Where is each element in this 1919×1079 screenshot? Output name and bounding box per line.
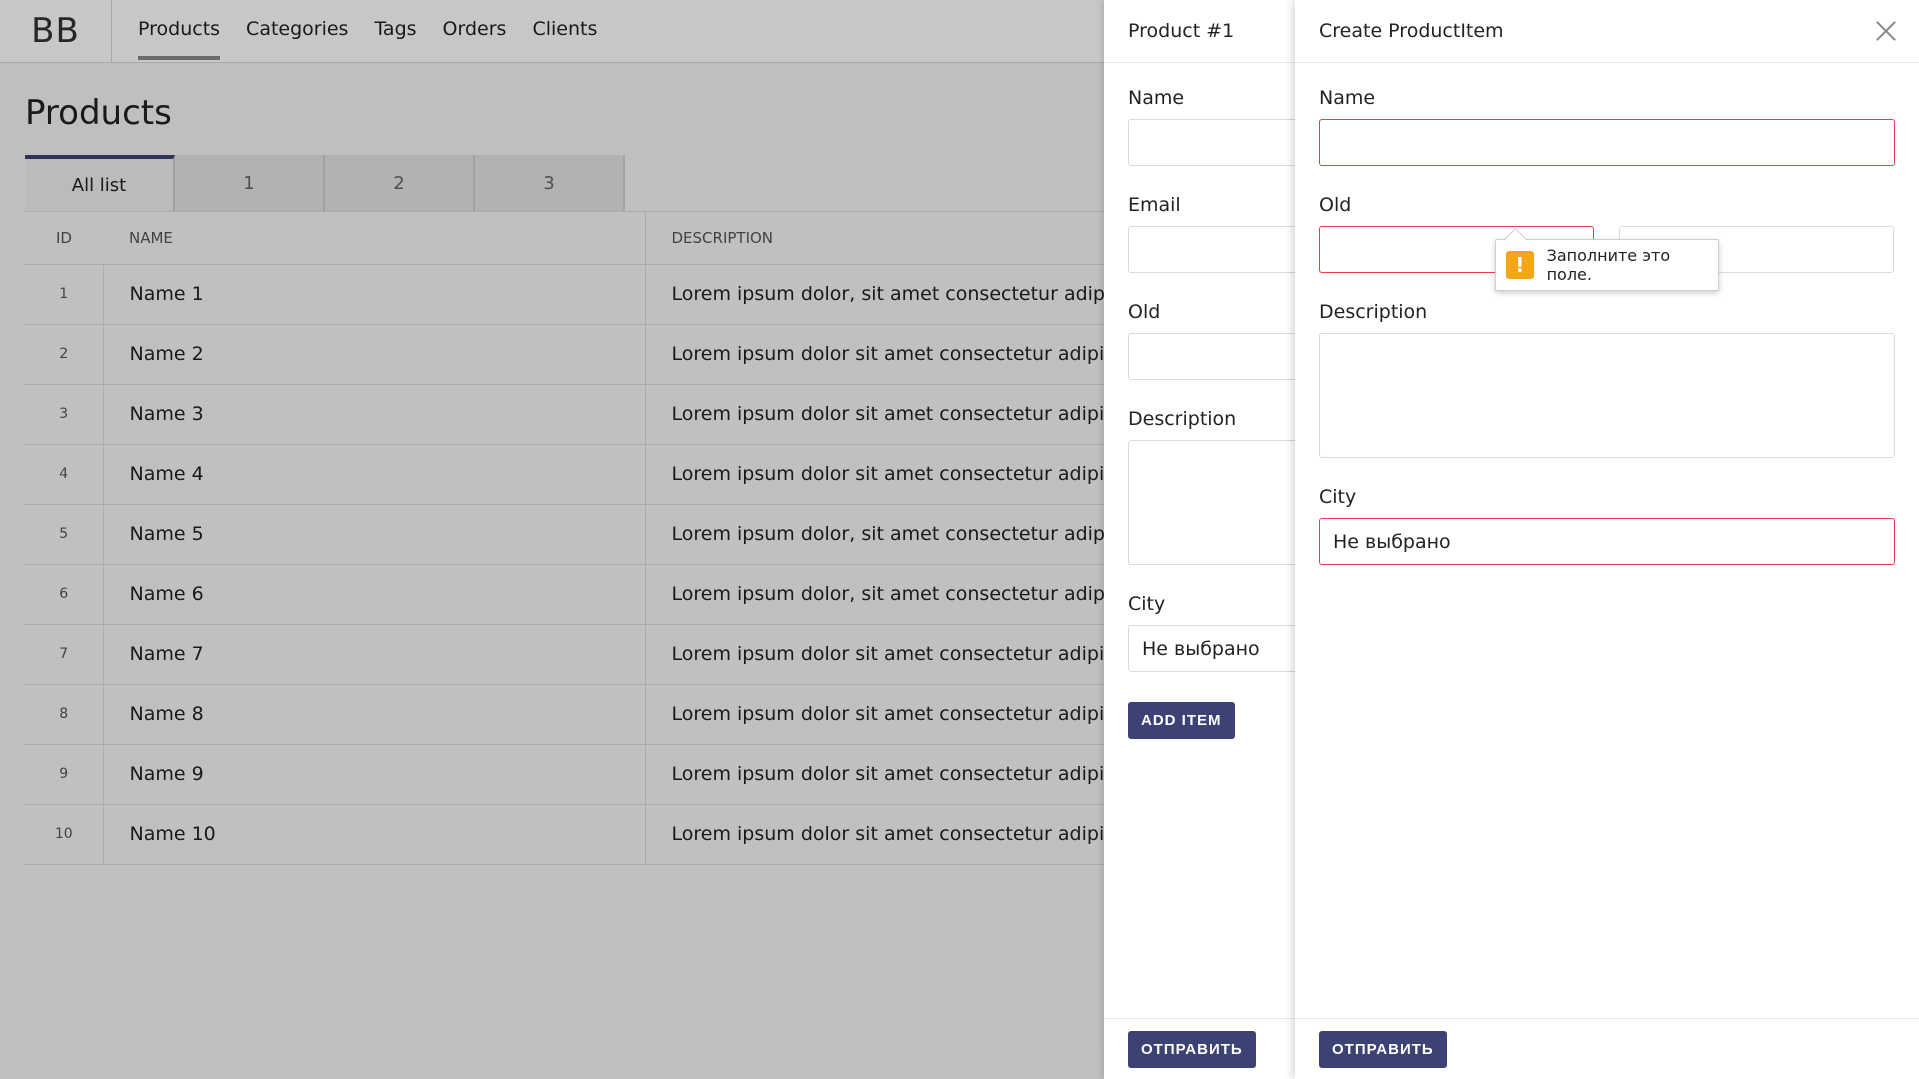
add-item-button[interactable]: ADD ITEM [1128,702,1235,739]
product-drawer-title: Product #1 [1104,0,1295,63]
create-form: Name Old Description City Не выбрано ! З… [1295,63,1919,565]
create-drawer-footer: ОТПРАВИТЬ [1295,1018,1919,1079]
product-form: Name Email Old Description City Не выбра… [1104,63,1295,739]
product-name-input[interactable] [1128,119,1295,166]
product-submit-button[interactable]: ОТПРАВИТЬ [1128,1030,1256,1068]
create-city-label: City [1319,486,1357,508]
create-drawer-header: Create ProductItem [1295,0,1919,63]
create-submit-button[interactable]: ОТПРАВИТЬ [1319,1030,1447,1068]
create-description-textarea[interactable] [1319,333,1895,458]
create-drawer-title: Create ProductItem [1319,20,1504,42]
product-city-label: City [1128,593,1166,615]
create-city-select[interactable]: Не выбрано [1319,518,1895,565]
modal-backdrop[interactable] [0,0,1104,1079]
create-productitem-drawer: Create ProductItem Name Old Description … [1295,0,1919,1079]
product-email-label: Email [1128,194,1181,216]
product-drawer-footer: ОТПРАВИТЬ [1104,1018,1295,1079]
product-drawer: Product #1 Name Email Old Description Ci… [1104,0,1295,1079]
product-description-label: Description [1128,408,1237,430]
close-icon[interactable] [1875,20,1897,42]
validation-message: Заполните это поле. [1546,246,1671,284]
product-old-label: Old [1128,301,1161,323]
validation-tooltip: ! Заполните это поле. [1495,239,1719,291]
product-name-label: Name [1128,87,1185,109]
create-description-label: Description [1319,301,1428,323]
warning-icon: ! [1506,251,1534,279]
product-old-input[interactable] [1128,333,1295,380]
product-description-textarea[interactable] [1128,440,1295,565]
product-email-input[interactable] [1128,226,1295,273]
create-name-label: Name [1319,87,1376,109]
create-name-input[interactable] [1319,119,1895,166]
create-old-label: Old [1319,194,1352,216]
product-city-select[interactable]: Не выбрано [1128,625,1295,672]
